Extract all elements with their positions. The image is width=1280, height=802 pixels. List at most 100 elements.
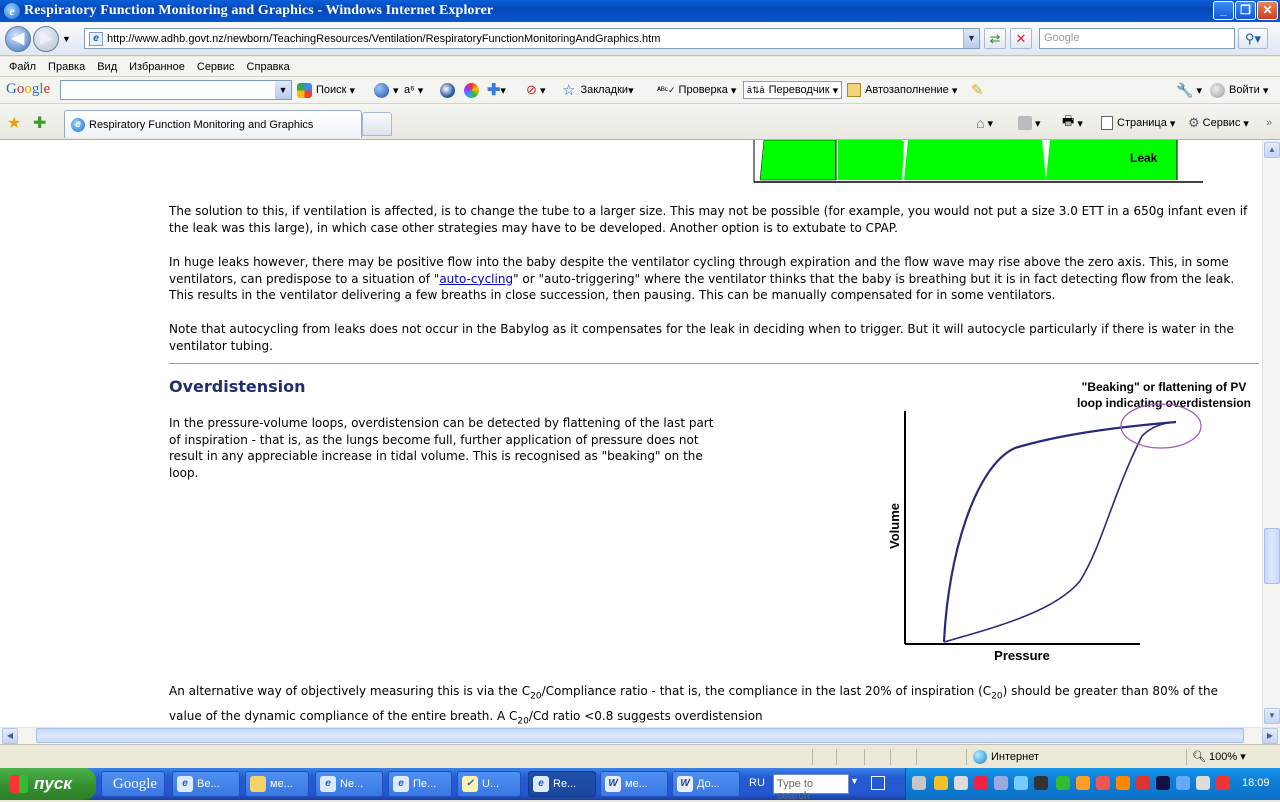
red-app-icon[interactable] (1136, 776, 1150, 790)
address-dropdown-icon[interactable]: ▼ (963, 29, 979, 48)
task-ie-active[interactable]: e Re... (528, 771, 596, 797)
translate-small-button[interactable]: a⁶ ▾ (404, 81, 423, 99)
show-desktop-icon[interactable] (871, 776, 885, 790)
chevron-down-icon[interactable]: ▼ (275, 81, 291, 99)
horizontal-scrollbar[interactable]: ◀ ▶ (0, 727, 1280, 744)
volume-icon[interactable] (1096, 776, 1110, 790)
task-ie-1[interactable]: e Be... (172, 771, 240, 797)
task-ie-2[interactable]: e Ne... (315, 771, 383, 797)
bluetooth-icon[interactable] (1176, 776, 1190, 790)
scroll-up-button[interactable]: ▲ (1264, 142, 1280, 158)
green-app-icon[interactable] (1056, 776, 1070, 790)
maximize-button[interactable]: ❐ (1235, 1, 1256, 20)
close-button[interactable]: ✕ (1257, 1, 1278, 20)
scroll-left-button[interactable]: ◀ (2, 728, 18, 744)
add-button[interactable]: ✚ ▾ (487, 81, 506, 99)
autofill-button[interactable]: Автозаполнение ▾ (847, 81, 957, 99)
tools-menu-button[interactable]: ⚙ Сервис ▾ (1188, 114, 1249, 132)
firefox-icon[interactable] (1116, 776, 1130, 790)
google-toolbar: Google ▼ Поиск ▾ ▾ a⁶ ▾ ✚ ▾ ⊘ ▾ ☆ Закладки… (0, 77, 1280, 104)
address-field[interactable]: e http://www.adhb.govt.nz/newborn/Teachi… (84, 28, 980, 49)
menu-help[interactable]: Справка (247, 61, 290, 73)
vertical-scroll-thumb[interactable] (1264, 528, 1280, 584)
menu-edit[interactable]: Правка (48, 61, 85, 73)
tray-expand-icon[interactable] (912, 776, 926, 790)
tab-active[interactable]: e Respiratory Function Monitoring and Gr… (64, 110, 362, 138)
search-dropdown-icon[interactable]: ▼ (850, 776, 859, 786)
scroll-right-button[interactable]: ▶ (1262, 728, 1278, 744)
language-indicator[interactable]: RU (749, 777, 765, 789)
shield-icon[interactable] (934, 776, 948, 790)
security-zone[interactable]: Интернет (973, 750, 1039, 764)
favorites-star-icon[interactable]: ★ (7, 113, 21, 133)
add-favorites-icon[interactable]: ✚ (33, 113, 46, 133)
task-ie-3[interactable]: e Пе... (388, 771, 452, 797)
autofill-icon (847, 83, 861, 97)
chat-icon[interactable] (1196, 776, 1210, 790)
app-icon[interactable] (1034, 776, 1048, 790)
ie-icon: e (320, 776, 336, 792)
scroll-down-button[interactable]: ▼ (1264, 708, 1280, 724)
google-search-button[interactable]: Поиск ▾ (297, 81, 355, 99)
minimize-button[interactable]: _ (1213, 1, 1234, 20)
menu-tools[interactable]: Сервис (197, 61, 235, 73)
bookmarks-button[interactable]: ☆ Закладки ▾ (562, 81, 634, 99)
highlighter-button[interactable]: ✎ (971, 81, 984, 99)
back-button[interactable]: ◀ (5, 26, 31, 52)
taskbar-search-input[interactable]: Type to search (773, 774, 849, 802)
task-word-1[interactable]: Wме... (600, 771, 668, 797)
orange-app-icon[interactable] (1076, 776, 1090, 790)
horizontal-scroll-thumb[interactable] (36, 728, 1244, 743)
page-menu-button[interactable]: Страница ▾ (1101, 114, 1175, 132)
page-icon: e (89, 31, 103, 46)
leak-label: Leak (1130, 151, 1158, 165)
feeds-button[interactable]: ▾ (1018, 114, 1041, 132)
word-icon: W (677, 776, 693, 792)
menu-view[interactable]: Вид (97, 61, 117, 73)
menu-file[interactable]: Файл (9, 61, 36, 73)
search-input[interactable]: Google (1039, 28, 1235, 49)
taskbar: пуск Google e Be... ме... e Ne... e Пе... ✓… (0, 768, 1280, 802)
menu-favorites[interactable]: Избранное (129, 61, 185, 73)
section-heading-overdistension: Overdistension (169, 377, 306, 396)
print-button[interactable]: 🖶 ▾ (1062, 113, 1083, 132)
vertical-scrollbar[interactable]: ▲ ▼ (1262, 140, 1280, 727)
connection-icon[interactable] (1014, 776, 1028, 790)
antivirus-icon[interactable] (974, 776, 988, 790)
google-taskbar-button[interactable]: Google (101, 771, 165, 797)
alert-icon[interactable] (1216, 776, 1230, 790)
search-icon[interactable]: ⚲▾ (1238, 28, 1268, 49)
address-url[interactable]: http://www.adhb.govt.nz/newborn/Teaching… (107, 33, 660, 45)
stop-button[interactable]: ✕ (1010, 28, 1032, 49)
start-button[interactable]: пуск (0, 768, 96, 800)
task-folder[interactable]: ме... (245, 771, 309, 797)
spell-icon: a⁶ (404, 84, 415, 96)
signin-button[interactable]: Войти ▾ (1210, 81, 1268, 99)
refresh-button[interactable]: ⇄ (984, 28, 1006, 49)
translate-button[interactable]: ā⇅ā Переводчик ▾ (743, 81, 843, 99)
google-search-input[interactable]: ▼ (60, 80, 292, 100)
new-tab-button[interactable] (362, 112, 392, 136)
monitor-icon[interactable] (994, 776, 1008, 790)
ie-icon: e (533, 776, 549, 792)
window-title-bar[interactable]: e Respiratory Function Monitoring and Gr… (0, 0, 1280, 22)
globe-button[interactable]: ▾ (374, 81, 399, 99)
p5-b: /Compliance ratio - that is, the complia… (541, 684, 992, 698)
p5-sub1: 20 (530, 691, 542, 702)
picasa-button[interactable] (464, 81, 483, 99)
display-icon[interactable] (1156, 776, 1170, 790)
globe2-button[interactable] (440, 81, 459, 99)
zoom-control[interactable]: 🔍︎ 100% ▾ (1192, 750, 1246, 763)
popup-blocker-button[interactable]: ⊘ ▾ (526, 81, 545, 99)
network-icon[interactable] (954, 776, 968, 790)
forward-button[interactable]: ▶ (33, 26, 59, 52)
settings-button[interactable]: 🔧 ▾ (1176, 81, 1202, 99)
clock[interactable]: 18:09 (1242, 777, 1270, 789)
task-word-2[interactable]: W До... (672, 771, 740, 797)
chevron-right-icon[interactable]: » (1266, 114, 1272, 132)
task-app[interactable]: ✓ U... (457, 771, 521, 797)
auto-cycling-link[interactable]: auto-cycling (439, 272, 513, 286)
spellcheck-button[interactable]: ᴬᴮᶜ✓ Проверка ▾ (657, 81, 736, 99)
history-dropdown-icon[interactable]: ▼ (62, 34, 71, 44)
home-button[interactable]: ⌂ ▾ (976, 114, 993, 132)
